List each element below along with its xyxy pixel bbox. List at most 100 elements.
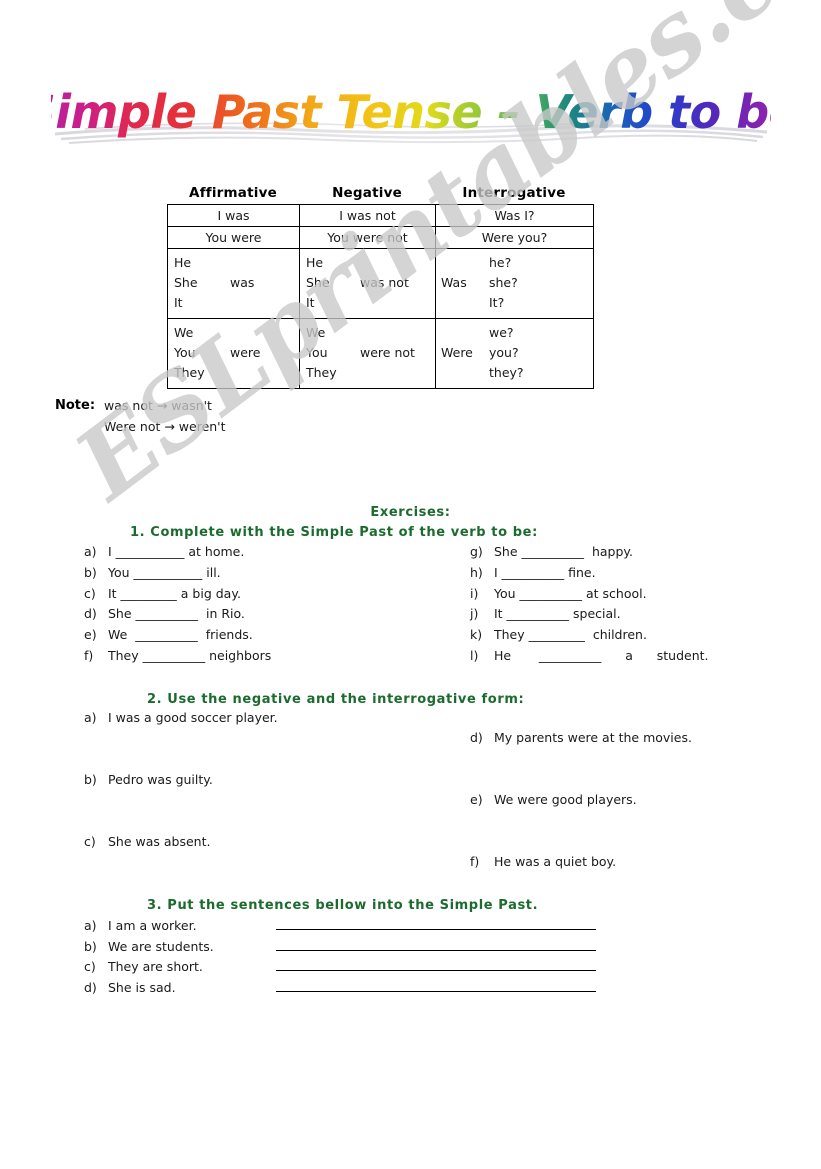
list-item: d) She __________ in Rio. xyxy=(84,604,454,625)
verb-form: was not xyxy=(360,275,409,290)
item-label: i) xyxy=(470,585,479,601)
item-label: l) xyxy=(470,647,479,663)
list-item: c) They are short. xyxy=(84,956,604,977)
item-text: She __________ happy. xyxy=(494,544,634,559)
list-item: a) I ___________ at home. xyxy=(84,542,454,563)
pronoun: You xyxy=(306,345,328,360)
pronoun: You xyxy=(174,345,196,360)
pronoun: We xyxy=(174,325,194,340)
pronoun: She xyxy=(306,275,330,290)
cell-negative-you: You were not xyxy=(299,226,436,249)
list-item: j) It __________ special. xyxy=(470,604,810,625)
pronoun: He xyxy=(306,255,324,270)
item-text: They __________ neighbors xyxy=(108,647,272,663)
item-label: c) xyxy=(84,585,96,601)
conjugation-table-block: Affirmative Negative Interrogative I was… xyxy=(167,185,594,389)
cell-interrogative-he-group: Was he? she? It? xyxy=(435,248,594,319)
item-text: She is sad. xyxy=(108,979,176,995)
item-label: f) xyxy=(84,647,94,663)
cell-interrogative-you: Were you? xyxy=(435,226,594,249)
item-text: My parents were at the movies. xyxy=(494,730,692,745)
cell-affirmative-he-group: He She It was xyxy=(167,248,300,319)
list-item: b) Pedro was guilty. xyxy=(84,770,484,832)
list-item: c) She was absent. xyxy=(84,832,484,894)
item-text: She __________ in Rio. xyxy=(108,606,245,622)
answer-line[interactable] xyxy=(276,956,596,971)
item-label: c) xyxy=(84,959,96,974)
item-label: d) xyxy=(84,606,97,622)
item-text: I __________ fine. xyxy=(494,564,596,580)
note-line-were: Were not → weren't xyxy=(104,419,226,434)
question-pronoun: It? xyxy=(489,295,505,310)
column-header-interrogative: Interrogative xyxy=(462,185,566,201)
item-label: b) xyxy=(84,564,97,580)
pronoun: It xyxy=(306,295,315,310)
item-text: I was a good soccer player. xyxy=(108,710,278,725)
item-text: She was absent. xyxy=(108,834,211,849)
pronoun: It xyxy=(174,295,183,310)
title-wordart: Simple Past Tense – Verb to be xyxy=(51,85,771,144)
exercise-1-left-column: a) I ___________ at home. b) You _______… xyxy=(84,542,454,667)
title-text: Simple Past Tense – Verb to be xyxy=(51,85,771,139)
item-text: Pedro was guilty. xyxy=(108,772,213,787)
item-label: k) xyxy=(470,627,483,643)
table-row: I was I was not Was I? xyxy=(167,204,594,227)
item-label: a) xyxy=(84,918,97,933)
verb-form: were not xyxy=(360,345,415,360)
item-text: We were good players. xyxy=(494,792,637,807)
item-label: a) xyxy=(84,710,97,725)
answer-line[interactable] xyxy=(276,977,596,992)
item-label: e) xyxy=(470,792,483,807)
cell-negative-we-group: We You They were not xyxy=(299,318,436,389)
column-header-affirmative: Affirmative xyxy=(189,185,277,201)
list-item: f) They __________ neighbors xyxy=(84,646,454,667)
worksheet-page: ESLprintables.com Simple Past Tense – Ve… xyxy=(0,0,821,1169)
item-label: e) xyxy=(84,627,97,643)
exercise-2-heading: 2. Use the negative and the interrogativ… xyxy=(147,688,524,707)
list-item: b) You ___________ ill. xyxy=(84,563,454,584)
table-header-row: Affirmative Negative Interrogative xyxy=(167,185,593,204)
item-text: I ___________ at home. xyxy=(108,544,245,559)
table-row: He She It was He She It was not Was he? … xyxy=(167,248,594,319)
list-item: e) We __________ friends. xyxy=(84,625,454,646)
list-item: c) It _________ a big day. xyxy=(84,584,454,605)
item-label: h) xyxy=(470,564,483,580)
item-text: He __________ a student. xyxy=(494,647,709,663)
exercise-2-heading-text: 2. Use the negative and the interrogativ… xyxy=(147,692,525,707)
item-text: It __________ special. xyxy=(494,606,621,622)
exercise-1-right-column: g) She __________ happy. h) I __________… xyxy=(470,542,810,667)
list-item: k) They _________ children. xyxy=(470,625,810,646)
exercise-2-right-column: d) My parents were at the movies. e) We … xyxy=(470,728,810,914)
pronoun: She xyxy=(174,275,198,290)
list-item: i) You __________ at school. xyxy=(470,584,810,605)
note-block: Note: was not → wasn't Were not → weren'… xyxy=(55,395,226,437)
item-text: They are short. xyxy=(108,959,203,974)
exercise-1-heading: 1. Complete with the Simple Past of the … xyxy=(130,521,538,540)
note-content: was not → wasn't Were not → weren't xyxy=(104,395,225,437)
cell-affirmative-we-group: We You They were xyxy=(167,318,300,389)
exercise-3-list: a) I am a worker. b) We are students. c)… xyxy=(84,915,604,997)
cell-interrogative-i: Was I? xyxy=(435,204,594,227)
item-label: g) xyxy=(470,544,483,559)
question-pronoun: they? xyxy=(489,365,524,380)
list-item: a) I am a worker. xyxy=(84,915,604,936)
pronoun: They xyxy=(306,365,337,380)
answer-line[interactable] xyxy=(276,936,596,951)
pronoun: He xyxy=(174,255,192,270)
list-item: e) We were good players. xyxy=(470,790,810,852)
item-label: d) xyxy=(84,979,97,995)
item-label: b) xyxy=(84,772,97,787)
item-label: j) xyxy=(470,606,479,622)
verb-form: were xyxy=(230,345,261,360)
item-label: a) xyxy=(84,544,97,559)
answer-line[interactable] xyxy=(276,915,596,930)
item-label: d) xyxy=(470,730,483,745)
question-pronoun: she? xyxy=(489,275,518,290)
list-item: d) My parents were at the movies. xyxy=(470,728,810,790)
item-text: I am a worker. xyxy=(108,918,197,933)
list-item: d) She is sad. xyxy=(84,977,604,998)
pronoun: We xyxy=(306,325,326,340)
verb-form: was xyxy=(230,275,255,290)
conjugation-table: I was I was not Was I? You were You were… xyxy=(167,204,594,389)
column-header-negative: Negative xyxy=(332,185,402,201)
